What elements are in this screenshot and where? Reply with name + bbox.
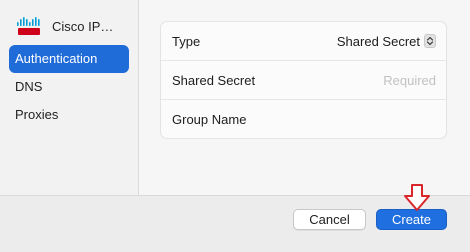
type-row: Type Shared Secret: [161, 22, 446, 61]
shared-secret-input[interactable]: [286, 72, 436, 88]
group-name-input[interactable]: [286, 112, 436, 127]
type-select-value: Shared Secret: [336, 33, 420, 49]
cancel-button[interactable]: Cancel: [293, 209, 366, 230]
type-label: Type: [172, 33, 201, 49]
down-arrow-icon: [402, 183, 432, 213]
group-name-row: Group Name: [161, 100, 446, 139]
chevron-up-down-icon: [424, 34, 436, 48]
dialog-footer: Cancel Create: [0, 195, 470, 252]
shared-secret-label: Shared Secret: [172, 72, 256, 88]
group-name-label: Group Name: [172, 112, 247, 127]
sidebar-header-label: Cisco IP…: [52, 18, 114, 34]
sidebar-item-dns[interactable]: DNS: [9, 73, 129, 101]
vpn-config-dialog: Cisco IP… Authentication DNS Proxies Typ…: [0, 0, 470, 252]
type-select[interactable]: Shared Secret: [337, 34, 436, 49]
sidebar-header[interactable]: Cisco IP…: [0, 12, 138, 40]
shared-secret-row: Shared Secret: [161, 61, 446, 100]
sidebar-item-proxies[interactable]: Proxies: [9, 101, 129, 129]
main-panel: Type Shared Secret Shared Secret Group N…: [139, 0, 470, 195]
cisco-logo-icon: [16, 16, 42, 36]
sidebar-items: Authentication DNS Proxies: [0, 45, 138, 129]
sidebar: Cisco IP… Authentication DNS Proxies: [0, 0, 139, 195]
authentication-form: Type Shared Secret Shared Secret Group N…: [160, 21, 447, 139]
sidebar-item-authentication[interactable]: Authentication: [9, 45, 129, 73]
